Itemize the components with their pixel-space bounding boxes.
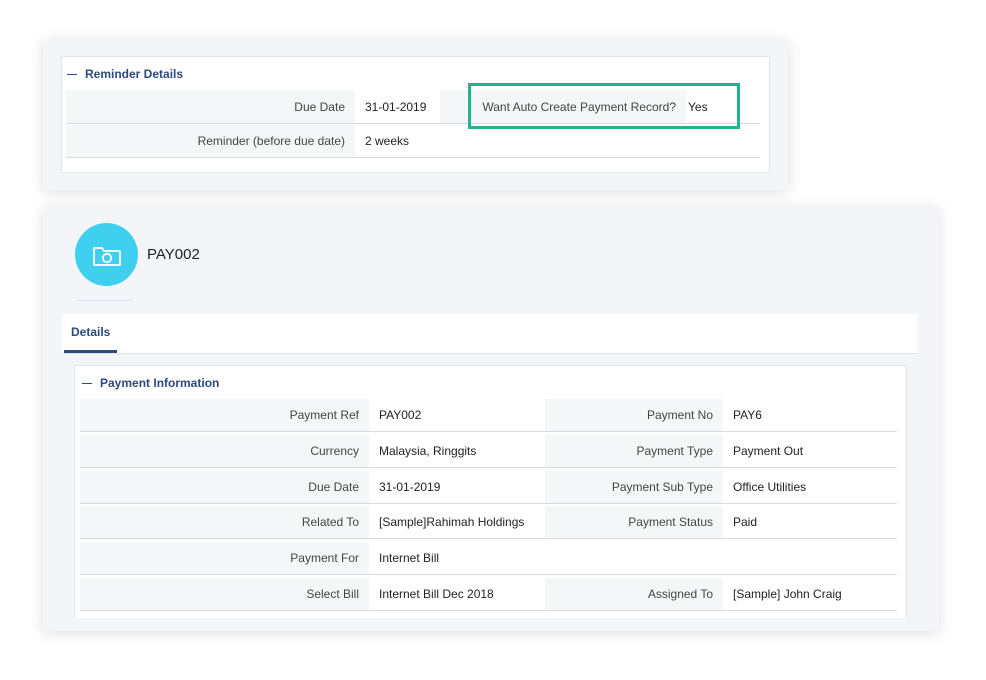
table-row: Due Date 31-01-2019 Payment Sub Type Off… [80,471,897,504]
field-value: [Sample]Rahimah Holdings [379,515,525,529]
field-label: Payment Status [628,515,713,529]
field-value: Malaysia, Ringgits [379,444,477,458]
table-row: Currency Malaysia, Ringgits Payment Type… [80,435,897,468]
field-label: Assigned To [647,587,713,601]
folder-camera-icon [92,246,121,266]
record-avatar [75,223,138,286]
field-value: Paid [733,515,758,529]
field-value: [Sample] John Craig [733,587,842,601]
field-label: Due Date [308,480,359,494]
avatar-divider [77,300,133,301]
reminder-row: Due Date 31-01-2019 Want Auto Create Pay… [66,90,760,124]
field-value: Payment Out [733,444,804,458]
field-value: Internet Bill Dec 2018 [379,587,494,601]
field-label: Want Auto Create Payment Record? [482,99,676,114]
collapse-icon [67,74,77,76]
tab-bar: Details [62,314,917,354]
field-label: Due Date [294,99,345,114]
field-label: Currency [310,444,359,458]
field-label: Reminder (before due date) [197,134,345,148]
table-row: Payment Ref PAY002 Payment No PAY6 [80,399,897,432]
tab-details[interactable]: Details [64,314,118,353]
field-value: Yes [688,99,708,114]
field-value: 31-01-2019 [365,99,427,114]
collapse-icon [82,383,92,385]
field-value: PAY002 [379,408,422,422]
field-value: 2 weeks [365,134,410,148]
field-value: PAY6 [733,408,762,422]
field-label: Payment Ref [289,408,359,422]
field-label: Payment Type [636,444,714,458]
field-value: 31-01-2019 [379,480,441,494]
payment-section-header[interactable]: Payment Information [82,376,219,390]
field-value: Internet Bill [379,551,440,565]
record-title: PAY002 [147,246,200,263]
table-row: Select Bill Internet Bill Dec 2018 Assig… [80,578,897,611]
reminder-section-header[interactable]: Reminder Details [67,67,183,81]
field-label: Payment For [290,551,359,565]
table-row: Related To [Sample]Rahimah Holdings Paym… [80,506,897,539]
field-label: Select Bill [306,587,359,601]
field-label: Related To [301,515,359,529]
field-label: Payment No [646,408,713,422]
reminder-row: Reminder (before due date) 2 weeks [66,125,760,158]
field-value: Office Utilities [733,480,807,494]
table-row: Payment For Internet Bill [80,542,897,575]
field-label: Payment Sub Type [611,480,713,494]
